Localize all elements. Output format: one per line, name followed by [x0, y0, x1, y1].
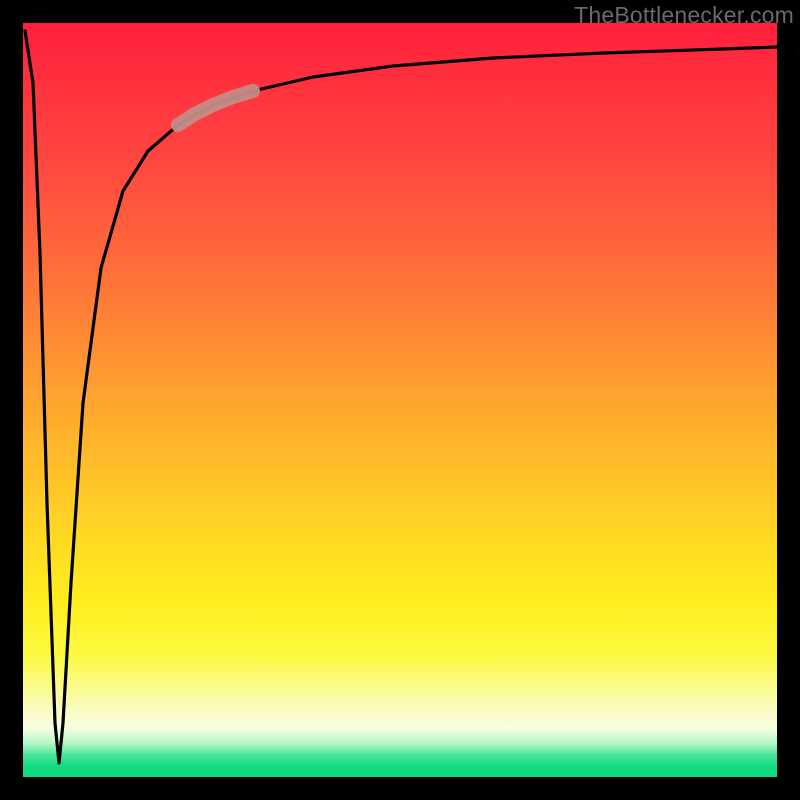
- watermark-text: TheBottlenecker.com: [574, 2, 794, 29]
- chart-frame: TheBottlenecker.com: [0, 0, 800, 800]
- plot-gradient-background: [23, 23, 777, 777]
